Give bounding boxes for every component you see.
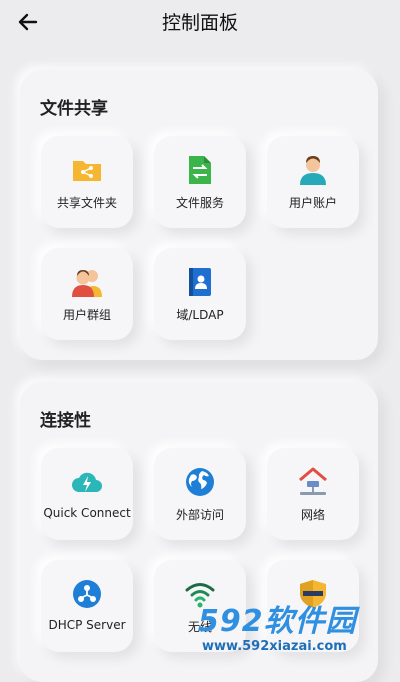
page-title: 控制面板: [161, 12, 238, 34]
header-bar: 控制面板: [0, 0, 400, 44]
file-services-icon: [189, 156, 211, 184]
tile-label: 用户账户: [288, 196, 337, 210]
tile-dhcp-server[interactable]: DHCP Server: [41, 560, 133, 652]
globe-icon: [186, 468, 214, 496]
tile-file-services[interactable]: 文件服务: [154, 136, 246, 228]
tile-label: 网络: [300, 508, 325, 522]
tile-external-access[interactable]: 外部访问: [154, 448, 246, 540]
cloud-bolt-icon: [72, 472, 102, 492]
ldap-directory-icon: [189, 268, 211, 296]
tile-label: 文件服务: [175, 196, 224, 210]
watermark-logo: 592软件园: [198, 604, 357, 639]
tile-label: 域/LDAP: [176, 308, 224, 322]
user-account-icon: [300, 156, 326, 185]
tile-quick-connect[interactable]: Quick Connect: [41, 448, 133, 540]
tile-label: 外部访问: [175, 508, 224, 522]
tile-user-account[interactable]: 用户账户: [267, 136, 359, 228]
tile-user-group[interactable]: 用户群组: [41, 248, 133, 340]
watermark: 592软件园 www.592xiazai.com: [196, 596, 400, 666]
tile-network[interactable]: 网络: [267, 448, 359, 540]
section-title-connectivity: 连接性: [40, 411, 91, 431]
tile-domain-ldap[interactable]: 域/LDAP: [154, 248, 246, 340]
file-sharing-card: 文件共享 共享文件夹 文件服务 用户账户 用户群组 域/LDAP: [20, 70, 378, 360]
section-title-file-sharing: 文件共享: [40, 99, 108, 119]
tile-label: 用户群组: [62, 308, 111, 322]
dhcp-icon: [73, 580, 101, 608]
shared-folder-icon: [73, 161, 101, 181]
tile-label: DHCP Server: [48, 618, 126, 632]
watermark-url: www.592xiazai.com: [202, 639, 347, 654]
tile-label: 共享文件夹: [56, 196, 117, 210]
tile-shared-folder[interactable]: 共享文件夹: [41, 136, 133, 228]
user-group-icon: [72, 270, 102, 297]
tile-label: Quick Connect: [43, 506, 131, 520]
network-house-icon: [299, 467, 327, 495]
